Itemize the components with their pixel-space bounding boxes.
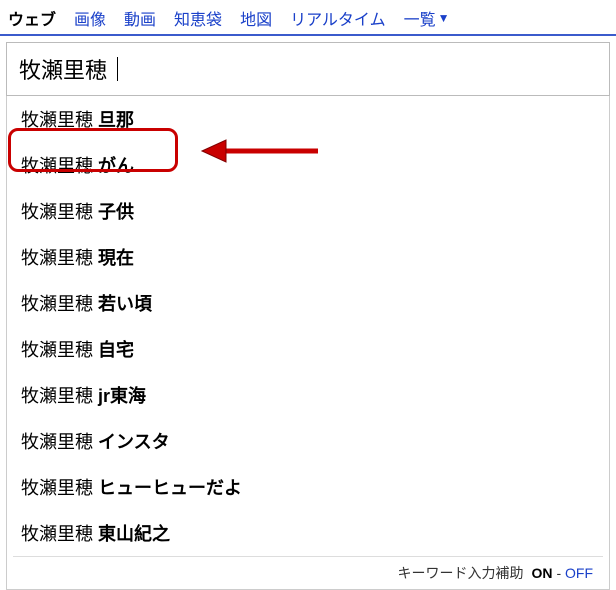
suggestion-prefix: 牧瀬里穂 xyxy=(21,156,98,176)
suggestion-suffix: インスタ xyxy=(98,432,170,452)
tab-more-dropdown[interactable]: 一覧 ▼ xyxy=(404,6,450,30)
tab-map[interactable]: 地図 xyxy=(240,6,272,30)
text-cursor xyxy=(117,57,118,81)
suggestion-prefix: 牧瀬里穂 xyxy=(21,432,98,452)
suggestion-footer: キーワード入力補助 ON - OFF xyxy=(13,556,603,589)
suggestion-item[interactable]: 牧瀬里穂 jr東海 xyxy=(7,372,609,418)
suggestion-suffix: ヒューヒューだよ xyxy=(98,478,242,498)
suggestion-prefix: 牧瀬里穂 xyxy=(21,478,98,498)
suggestion-prefix: 牧瀬里穂 xyxy=(21,202,98,222)
search-query-text: 牧瀬里穂 xyxy=(19,53,107,85)
suggestion-prefix: 牧瀬里穂 xyxy=(21,340,98,360)
suggestion-list: 牧瀬里穂 旦那 牧瀬里穂 がん 牧瀬里穂 子供 牧瀬里穂 現在 牧瀬里穂 若い頃… xyxy=(6,96,610,590)
suggestion-item[interactable]: 牧瀬里穂 ヒューヒューだよ xyxy=(7,464,609,510)
suggestion-item[interactable]: 牧瀬里穂 インスタ xyxy=(7,418,609,464)
suggestion-suffix: 子供 xyxy=(98,202,134,222)
suggestion-suffix: 自宅 xyxy=(98,340,134,360)
tab-chiebukuro[interactable]: 知恵袋 xyxy=(174,6,222,30)
tab-images[interactable]: 画像 xyxy=(74,6,106,30)
suggestion-prefix: 牧瀬里穂 xyxy=(21,248,98,268)
suggestion-prefix: 牧瀬里穂 xyxy=(21,110,98,130)
suggestion-item[interactable]: 牧瀬里穂 子供 xyxy=(7,188,609,234)
suggestion-suffix: がん xyxy=(98,156,134,176)
search-input[interactable]: 牧瀬里穂 xyxy=(6,42,610,96)
suggestion-prefix: 牧瀬里穂 xyxy=(21,386,98,406)
suggestion-item-highlighted[interactable]: 牧瀬里穂 がん xyxy=(7,142,609,188)
suggestion-suffix: 若い頃 xyxy=(98,294,152,314)
suggestion-suffix: jr東海 xyxy=(98,386,146,406)
suggestion-prefix: 牧瀬里穂 xyxy=(21,294,98,314)
assist-sep: - xyxy=(556,565,561,581)
suggestion-prefix: 牧瀬里穂 xyxy=(21,524,98,544)
assist-on[interactable]: ON xyxy=(532,565,553,581)
tab-more-label: 一覧 xyxy=(404,6,436,30)
assist-off[interactable]: OFF xyxy=(565,565,593,581)
footer-label: キーワード入力補助 xyxy=(398,563,524,583)
search-category-tabs: ウェブ 画像 動画 知恵袋 地図 リアルタイム 一覧 ▼ xyxy=(0,0,616,36)
suggestion-item[interactable]: 牧瀬里穂 旦那 xyxy=(7,96,609,142)
suggestion-item[interactable]: 牧瀬里穂 現在 xyxy=(7,234,609,280)
suggestion-suffix: 現在 xyxy=(98,248,134,268)
tab-realtime[interactable]: リアルタイム xyxy=(290,6,386,30)
tab-videos[interactable]: 動画 xyxy=(124,6,156,30)
suggestion-item[interactable]: 牧瀬里穂 自宅 xyxy=(7,326,609,372)
chevron-down-icon: ▼ xyxy=(438,11,450,25)
suggestion-suffix: 旦那 xyxy=(98,110,134,130)
suggestion-item[interactable]: 牧瀬里穂 東山紀之 xyxy=(7,510,609,556)
tab-web[interactable]: ウェブ xyxy=(8,6,56,30)
suggestion-item[interactable]: 牧瀬里穂 若い頃 xyxy=(7,280,609,326)
suggestion-suffix: 東山紀之 xyxy=(98,524,170,544)
